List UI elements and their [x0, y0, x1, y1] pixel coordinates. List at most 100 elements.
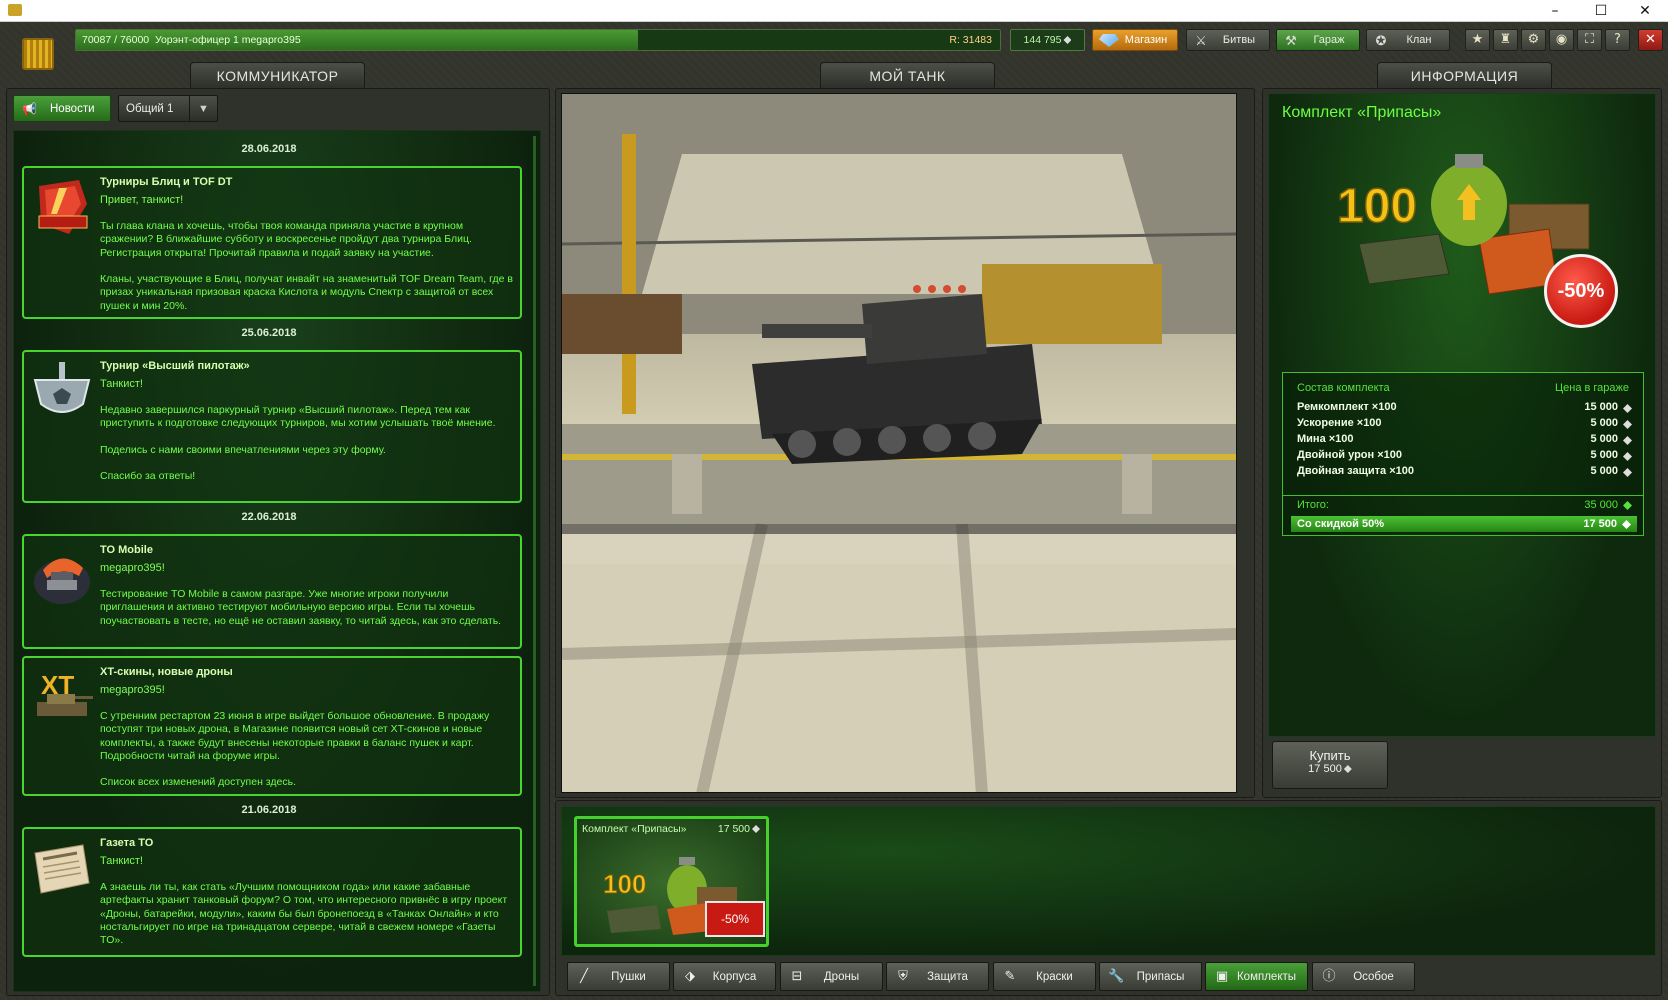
crystal-icon — [1623, 501, 1632, 510]
window-titlebar: – ☐ ✕ — [0, 0, 1668, 22]
news-greeting: megapro395! — [100, 562, 165, 574]
category-protection[interactable]: ⛨ Защита — [886, 962, 989, 991]
kit-contents-table: Состав комплекта Цена в гараже Ремкомпле… — [1282, 372, 1644, 536]
news-body: Недавно завершился паркурный турнир «Выс… — [100, 404, 496, 483]
news-button[interactable]: 📢 Новости — [13, 95, 111, 122]
crystal-icon — [1623, 452, 1632, 461]
minimize-icon[interactable]: – — [1532, 0, 1578, 22]
fullscreen-icon[interactable]: ⛶ — [1577, 29, 1602, 51]
diamond-icon — [1099, 34, 1119, 47]
garage-items-grid: Комплект «Припасы» 17 500 100 -50% — [561, 806, 1656, 956]
shield-icon: ⛨ — [898, 969, 908, 984]
crystal-icon — [1623, 404, 1632, 413]
news-card-aerobatics[interactable]: Турнир «Высший пилотаж» Танкист! Недавно… — [22, 350, 522, 503]
discount-row: Со скидкой 50% 17 500 — [1291, 516, 1637, 532]
news-body: Тестирование TO Mobile в самом разгаре. … — [100, 588, 502, 627]
news-date: 22.06.2018 — [241, 511, 297, 523]
tools-icon: ⚒ — [1285, 33, 1297, 48]
crystal-icon — [1622, 520, 1631, 529]
category-drones[interactable]: ⊟ Дроны — [780, 962, 883, 991]
crystal-icon — [1063, 36, 1072, 44]
wrench-icon: 🔧 — [1108, 969, 1125, 984]
crystal-icon — [752, 825, 760, 833]
category-hulls[interactable]: ⬗ Корпуса — [673, 962, 776, 991]
tab-information[interactable]: ИНФОРМАЦИЯ — [1377, 62, 1552, 89]
kit-row: Двойной урон ×100 5 000 — [1297, 449, 1632, 465]
news-card-to-mobile[interactable]: TO Mobile megapro395! Тестирование TO Mo… — [22, 534, 522, 649]
star-icon[interactable]: ★ — [1465, 29, 1490, 51]
news-greeting: megapro395! — [100, 684, 165, 696]
tank-3d-viewport[interactable] — [561, 93, 1237, 793]
news-title: Газета TO — [100, 837, 154, 849]
kit-row: Ремкомплект ×100 15 000 — [1297, 401, 1632, 417]
gun-icon: ╱ — [580, 969, 588, 984]
news-date: 28.06.2018 — [241, 143, 297, 155]
tank-shield-icon — [33, 362, 91, 413]
kit-number-text: 100 — [603, 869, 646, 899]
crossed-swords-icon: ⚔ — [1195, 33, 1207, 48]
garage-price-header: Цена в гараже — [1554, 382, 1629, 394]
mobile-tank-icon — [34, 558, 90, 604]
blitz-logo-icon — [38, 180, 88, 234]
news-card-xt-skins[interactable]: XT XT-скины, новые дроны megapro395! С у… — [22, 656, 522, 796]
crystals-counter: 144 795 — [1010, 29, 1085, 51]
game-logo[interactable] — [22, 38, 54, 70]
friends-icon[interactable]: ♜ — [1493, 29, 1518, 51]
close-window-icon[interactable]: ✕ — [1622, 0, 1668, 22]
xt-tank-icon: XT — [37, 670, 93, 716]
buy-button[interactable]: Купить 17 500 — [1272, 741, 1388, 789]
news-card-newspaper[interactable]: Газета TO Танкист! А знаешь ли ты, как с… — [22, 827, 522, 957]
news-greeting: Танкист! — [100, 378, 143, 390]
brush-icon: ✎ — [1004, 969, 1016, 984]
discount-badge: -50% — [705, 901, 765, 937]
kit-number-text: 100 — [1337, 180, 1417, 233]
rating-value: R: 31483 — [949, 34, 992, 46]
newspaper-icon — [34, 844, 90, 894]
exclamation-icon: ⓘ — [1322, 969, 1336, 984]
divider — [1283, 495, 1643, 496]
garage-button[interactable]: ⚒ Гараж — [1276, 29, 1360, 51]
app-icon — [8, 4, 22, 16]
drone-icon: ⊟ — [791, 969, 803, 984]
item-card-supplies-kit[interactable]: Комплект «Припасы» 17 500 100 -50% — [574, 816, 769, 947]
category-guns[interactable]: ╱ Пушки — [567, 962, 670, 991]
feed-scrollbar[interactable] — [533, 136, 536, 986]
news-body: А знаешь ли ты, как стать «Лучшим помощн… — [100, 881, 508, 947]
category-special[interactable]: ⓘ Особое — [1312, 962, 1415, 991]
shop-button[interactable]: Магазин — [1092, 29, 1178, 51]
sound-icon[interactable]: ◉ — [1549, 29, 1574, 51]
discount-badge: -50% — [1544, 254, 1618, 328]
item-name: Комплект «Припасы» — [582, 823, 687, 835]
maximize-icon[interactable]: ☐ — [1578, 0, 1624, 22]
kit-icon: ▣ — [1215, 969, 1229, 984]
news-body: С утренним рестартом 23 июня в игре выйд… — [100, 710, 490, 789]
settings-icon[interactable]: ⚙ — [1521, 29, 1546, 51]
tab-my-tank[interactable]: МОЙ ТАНК — [820, 62, 995, 89]
category-paints[interactable]: ✎ Краски — [993, 962, 1096, 991]
rank-progress-bar: 70087 / 76000 Уорэнт-офицер 1 megapro395… — [75, 29, 1001, 51]
battles-button[interactable]: ⚔ Битвы — [1186, 29, 1270, 51]
tab-communicator[interactable]: КОММУНИКАТОР — [190, 62, 365, 89]
news-feed[interactable]: 28.06.2018 Турниры Блиц и TOF DT Привет,… — [13, 130, 541, 992]
hull-icon: ⬗ — [685, 969, 695, 984]
help-icon[interactable]: ? — [1605, 29, 1630, 51]
rank-text: 70087 / 76000 Уорэнт-офицер 1 megapro395 — [82, 34, 301, 46]
channel-select[interactable]: Общий 1 ▼ — [118, 95, 218, 122]
crystal-icon — [1343, 765, 1352, 773]
crystal-icon — [1623, 436, 1632, 445]
clan-button[interactable]: ✪ Клан — [1366, 29, 1450, 51]
kit-contents-header: Состав комплекта — [1297, 382, 1390, 394]
category-kits[interactable]: ▣ Комплекты — [1205, 962, 1308, 991]
item-price: 17 500 — [718, 823, 760, 835]
news-card-blitz[interactable]: Турниры Блиц и TOF DT Привет, танкист! Т… — [22, 166, 522, 319]
total-row: Итого: 35 000 — [1297, 499, 1632, 513]
news-date: 25.06.2018 — [241, 327, 297, 339]
crystal-icon — [1623, 468, 1632, 477]
medal-icon: ✪ — [1375, 33, 1387, 48]
garage-scene — [562, 94, 1236, 792]
exit-icon[interactable]: ✕ — [1638, 29, 1663, 51]
news-title: XT-скины, новые дроны — [100, 666, 233, 678]
news-date: 21.06.2018 — [241, 804, 297, 816]
news-title: Турнир «Высший пилотаж» — [100, 360, 250, 372]
category-supplies[interactable]: 🔧 Припасы — [1099, 962, 1202, 991]
